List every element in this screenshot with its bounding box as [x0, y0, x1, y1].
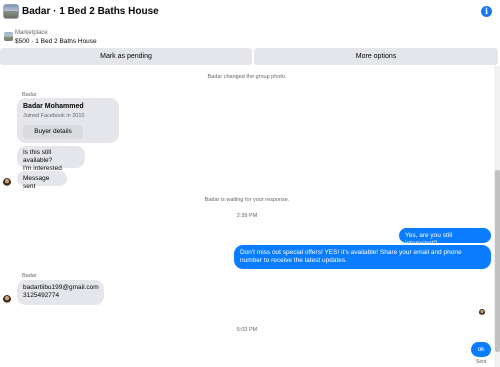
- mark-as-pending-button[interactable]: Mark as pending: [0, 48, 252, 65]
- scrollbar-thumb[interactable]: [495, 170, 500, 352]
- marketplace-listing[interactable]: Marketplace $500 · 1 Bed 2 Baths House: [0, 28, 500, 48]
- message-text: ok: [477, 345, 485, 353]
- buyer-name: Badar Mohammed: [23, 103, 84, 110]
- sent-status: Sent: [476, 359, 487, 365]
- chat-title[interactable]: Badar · 1 Bed 2 Baths House: [22, 6, 159, 17]
- listing-thumbnail[interactable]: [3, 4, 19, 19]
- system-message-photo: Badar changed the group photo.: [207, 74, 287, 80]
- buyer-card: Badar Mohammed Joined Facebook in 2010 B…: [17, 98, 119, 143]
- buyer-details-button[interactable]: Buyer details: [23, 125, 83, 139]
- listing-small-thumbnail: [4, 32, 13, 41]
- marketplace-label: Marketplace: [15, 30, 48, 36]
- outgoing-message-bubble: ok: [471, 342, 491, 357]
- sender-name: Badar: [22, 273, 37, 279]
- message-text: 3125492774: [23, 292, 60, 299]
- outgoing-message-bubble: Yes, are you still interested?: [399, 228, 491, 247]
- timestamp: 2:39 PM: [236, 213, 258, 219]
- buyer-joined: Joined Facebook in 2010: [23, 113, 85, 119]
- message-text: Don't miss out special offers! YES! it's…: [240, 249, 462, 264]
- message-bubble: Is this still available? I'm interested: [17, 146, 85, 172]
- message-text: Message sent: [23, 174, 50, 190]
- message-text: Is this still available?: [23, 149, 53, 164]
- message-bubble: badartiibu199@gmail.com 3125492774: [17, 280, 104, 305]
- avatar[interactable]: [3, 295, 11, 304]
- outgoing-message-bubble: Don't miss out special offers! YES! it's…: [234, 245, 491, 269]
- info-icon[interactable]: i: [481, 6, 492, 17]
- avatar[interactable]: [3, 178, 11, 187]
- more-options-button[interactable]: More options: [254, 48, 498, 65]
- message-bubble: Message sent: [17, 171, 67, 190]
- listing-price-title: $500 · 1 Bed 2 Baths House: [15, 38, 97, 45]
- timestamp: 5:03 PM: [236, 327, 258, 333]
- seen-avatar: [479, 309, 485, 316]
- message-text: badartiibu199@gmail.com: [23, 284, 99, 291]
- system-message-waiting: Badar is waiting for your response.: [204, 197, 290, 203]
- chat-header: Badar · 1 Bed 2 Baths House i: [0, 0, 500, 28]
